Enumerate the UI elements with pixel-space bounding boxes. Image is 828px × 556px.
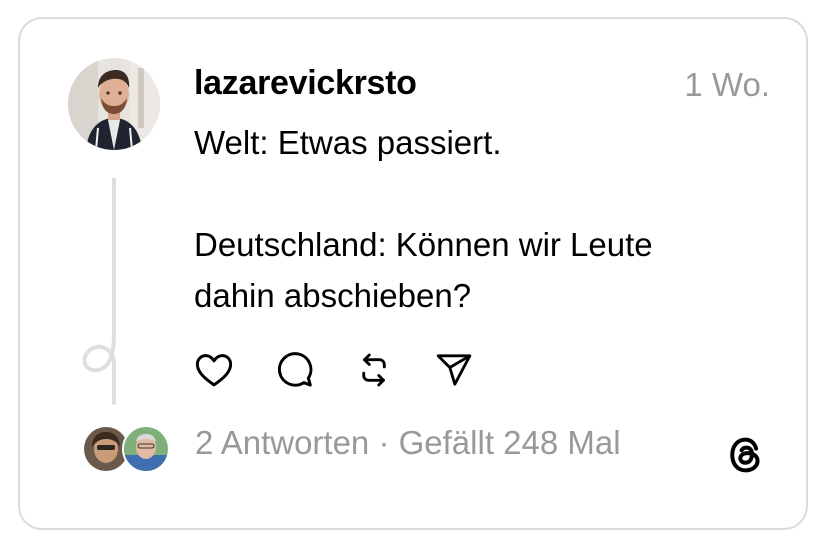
post-text-line: dahin abschieben? — [194, 277, 472, 314]
thread-line — [76, 176, 136, 408]
threads-logo-icon[interactable] — [724, 433, 768, 477]
heart-icon — [193, 349, 235, 396]
comment-icon — [273, 349, 315, 396]
share-button[interactable] — [432, 350, 476, 394]
send-icon — [434, 350, 474, 395]
stats-separator: · — [369, 424, 399, 461]
reply-avatars[interactable] — [82, 425, 172, 473]
likes-count[interactable]: Gefällt 248 Mal — [399, 424, 621, 461]
author-username[interactable]: lazarevickrsto — [194, 64, 417, 103]
post-timestamp[interactable]: 1 Wo. — [684, 66, 770, 104]
repost-icon — [355, 351, 393, 394]
post-stats: 2 Antworten · Gefällt 248 Mal — [195, 424, 621, 462]
replies-count[interactable]: 2 Antworten — [195, 424, 369, 461]
post-text-line: Deutschland: Können wir Leute — [194, 226, 653, 263]
replier-avatar — [122, 425, 170, 473]
post-body: Welt: Etwas passiert. Deutschland: Könne… — [194, 117, 774, 321]
author-avatar[interactable] — [68, 58, 160, 150]
post-text-line: Welt: Etwas passiert. — [194, 124, 502, 161]
repost-button[interactable] — [352, 350, 396, 394]
reply-button[interactable] — [272, 350, 316, 394]
like-button[interactable] — [192, 350, 236, 394]
